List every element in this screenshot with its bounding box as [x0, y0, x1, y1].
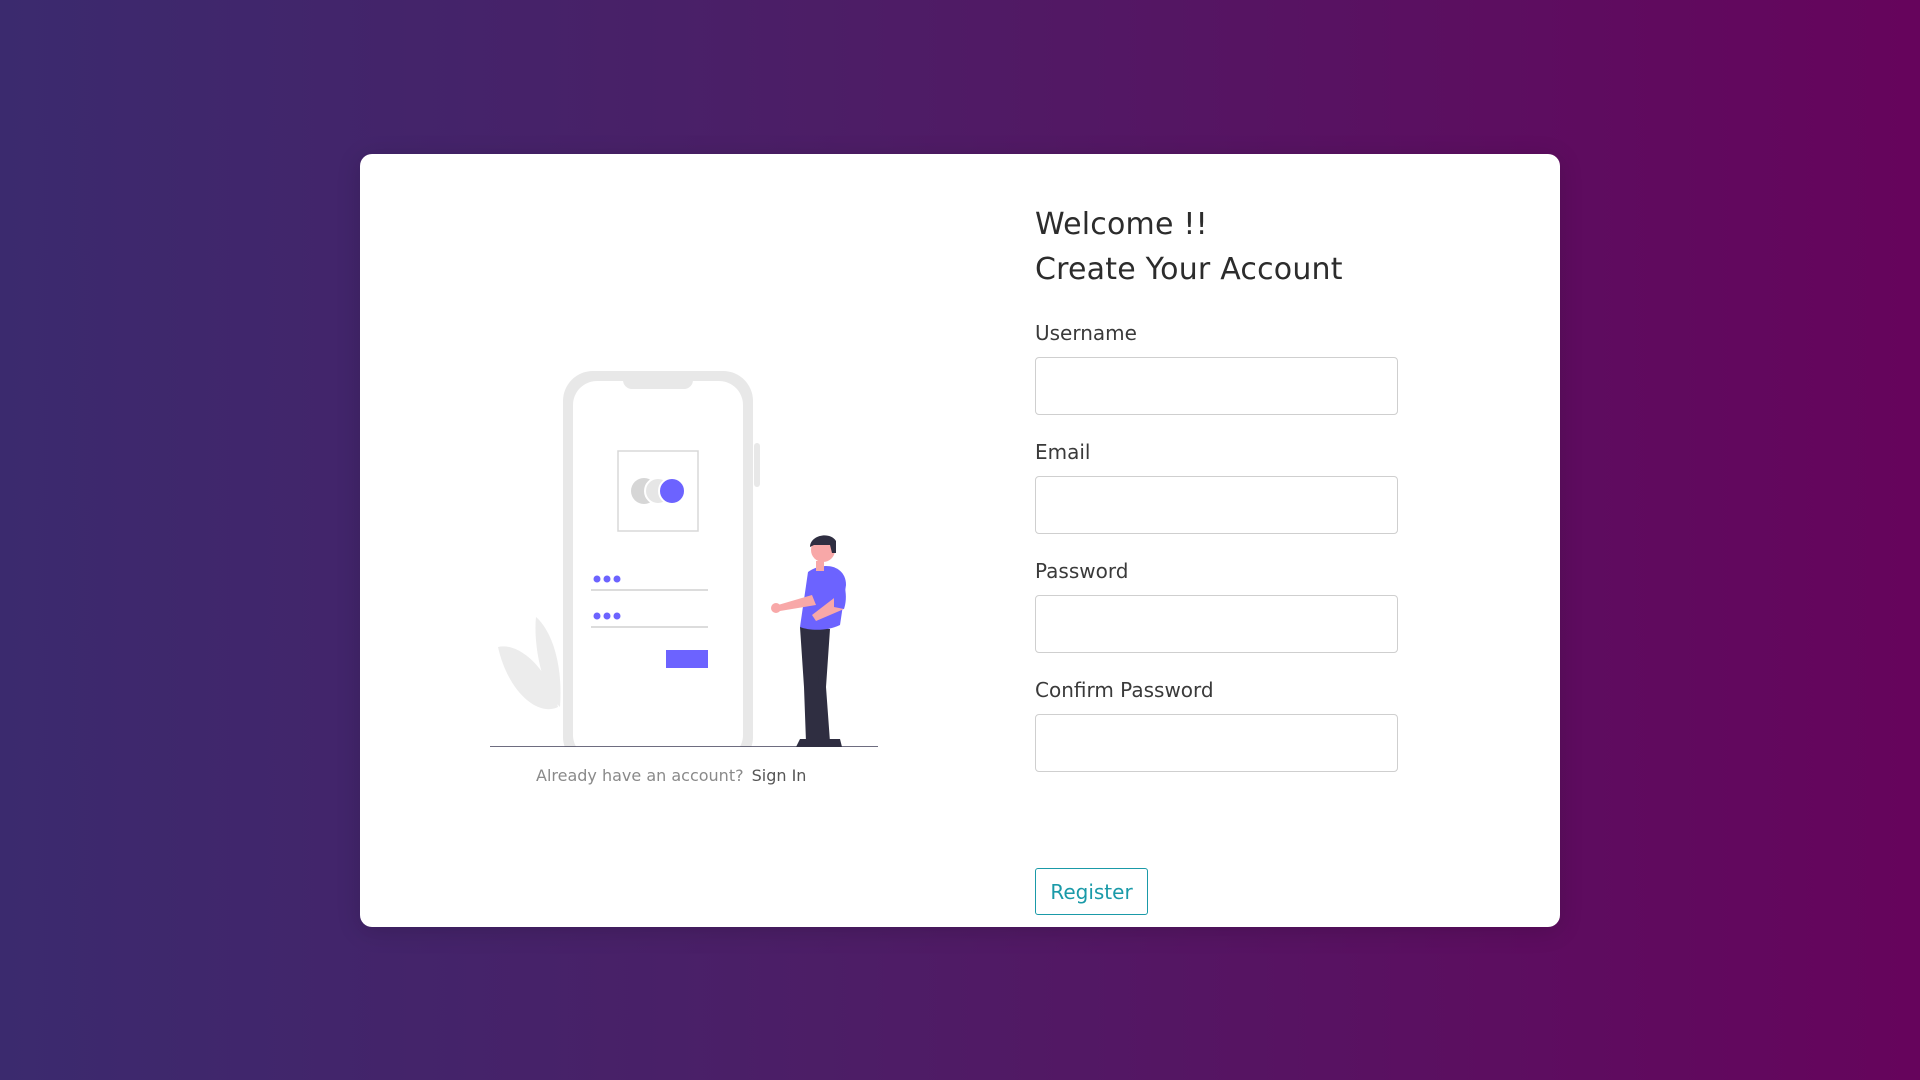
email-label: Email [1035, 440, 1091, 464]
password-field-group: Password [1035, 559, 1435, 653]
confirm-password-label: Confirm Password [1035, 678, 1214, 702]
sign-in-link[interactable]: Sign In [752, 766, 807, 785]
phone-icon [563, 371, 760, 747]
person-icon [771, 535, 846, 747]
confirm-password-field-group: Confirm Password [1035, 678, 1435, 772]
register-card: Already have an account? Sign In Welcome … [360, 154, 1560, 927]
password-label: Password [1035, 559, 1129, 583]
welcome-heading: Welcome !! [1035, 207, 1208, 242]
username-field-group: Username [1035, 321, 1435, 415]
username-label: Username [1035, 321, 1137, 345]
signin-prompt-text: Already have an account? [536, 766, 744, 785]
email-field[interactable] [1035, 476, 1398, 534]
password-field[interactable] [1035, 595, 1398, 653]
signin-prompt-row: Already have an account? Sign In [536, 766, 836, 785]
confirm-password-field[interactable] [1035, 714, 1398, 772]
page-title: Create Your Account [1035, 252, 1343, 287]
phone-login-illustration [490, 371, 878, 747]
register-form: Welcome !! Create Your Account Username … [1035, 202, 1435, 915]
username-field[interactable] [1035, 357, 1398, 415]
register-button[interactable]: Register [1035, 868, 1148, 915]
email-field-group: Email [1035, 440, 1435, 534]
leaf-decoration [498, 617, 561, 710]
